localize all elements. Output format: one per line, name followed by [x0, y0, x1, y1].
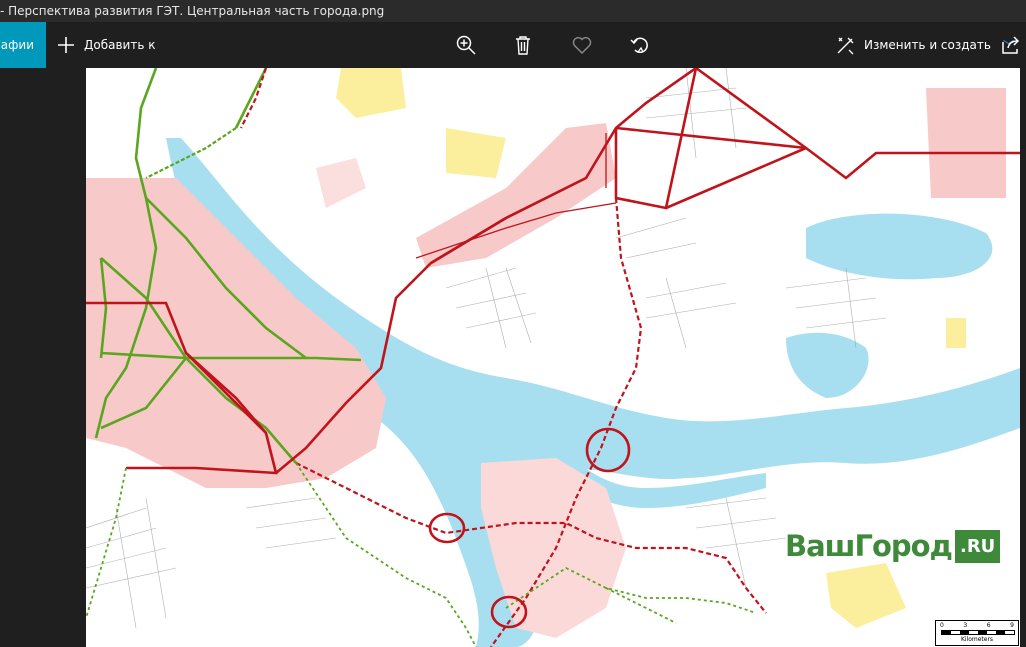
- industrial-4: [946, 318, 966, 348]
- window-title: - Перспектива развития ГЭТ. Центральная …: [0, 4, 385, 18]
- edit-and-create-button[interactable]: Изменить и создать ﹀: [836, 34, 1014, 56]
- industrial-2: [446, 128, 506, 178]
- rotate-icon[interactable]: [629, 34, 651, 56]
- lake: [806, 213, 993, 280]
- industrial-1: [336, 68, 406, 118]
- trash-icon[interactable]: [512, 34, 534, 56]
- scale-tick: 3: [963, 622, 968, 629]
- title-bar: - Перспектива развития ГЭТ. Центральная …: [0, 0, 1026, 22]
- watermark-tld: .RU: [954, 529, 1001, 563]
- scale-unit: Kilometers: [960, 636, 994, 643]
- scale-ticks: 0 3 6 9: [940, 622, 1014, 629]
- toolbar: графии Добавить к Изменить и создать ﹀: [0, 22, 1026, 68]
- watermark-name: ВашГород: [785, 529, 953, 563]
- zoom-in-icon[interactable]: [455, 34, 477, 56]
- edit-and-create-label: Изменить и создать: [864, 38, 991, 52]
- photos-tab-label: графии: [0, 38, 34, 52]
- plus-icon: [58, 37, 74, 53]
- industrial-3: [826, 563, 906, 628]
- residential-ne: [926, 88, 1006, 198]
- scale-bar-graphic: [941, 630, 1015, 635]
- scale-bar: 0 3 6 9 Kilometers: [935, 620, 1019, 646]
- scale-tick: 0: [940, 622, 944, 629]
- image-canvas[interactable]: ВашГород .RU: [86, 68, 1020, 647]
- scale-tick: 6: [986, 622, 991, 629]
- residential-small: [316, 158, 366, 208]
- heart-icon[interactable]: [571, 34, 593, 56]
- add-to-button[interactable]: Добавить к: [56, 34, 155, 56]
- photos-tab[interactable]: графии: [0, 22, 46, 68]
- ponds: [786, 332, 869, 398]
- scale-tick: 9: [1010, 622, 1014, 629]
- edit-create-icon: [837, 37, 854, 55]
- share-icon[interactable]: [1000, 34, 1022, 56]
- watermark-logo: ВашГород .RU: [785, 525, 1001, 567]
- add-to-label: Добавить к: [84, 38, 156, 52]
